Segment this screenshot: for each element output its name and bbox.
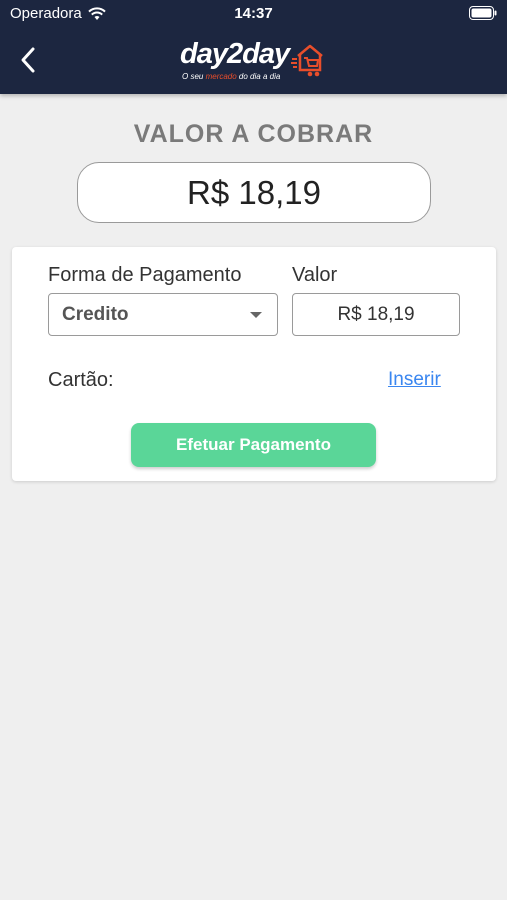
logo-word-end: day [242, 38, 290, 70]
status-bar: Operadora 14:37 [0, 0, 507, 28]
pay-button[interactable]: Efetuar Pagamento [131, 423, 376, 467]
payment-method-select[interactable]: Credito [48, 293, 278, 336]
amount-value: R$ 18,19 [187, 173, 321, 211]
logo-tagline: O seu mercado do dia a dia [182, 72, 280, 81]
shopping-cart-icon [291, 44, 323, 77]
logo-tagline-accent: mercado [205, 72, 237, 81]
pay-button-label: Efetuar Pagamento [176, 435, 331, 454]
page-title: VALOR A COBRAR [133, 120, 374, 148]
chevron-left-icon [21, 47, 35, 73]
logo-word-two: 2 [226, 38, 243, 70]
insert-card-link[interactable]: Inserir [388, 369, 441, 391]
payment-card: Forma de Pagamento Valor Credito R$ 18,1… [12, 247, 496, 481]
amount-display: R$ 18,19 [77, 162, 431, 223]
value-field-text: R$ 18,19 [337, 303, 415, 325]
caret-down-icon [250, 312, 262, 318]
status-time: 14:37 [234, 5, 273, 22]
logo-tagline-before: O seu [182, 72, 206, 81]
payment-method-selected: Credito [62, 304, 129, 325]
brand-logo: day2day O seu mercado do dia a dia [178, 38, 333, 86]
payment-method-label: Forma de Pagamento [48, 264, 242, 286]
back-button[interactable] [14, 42, 44, 78]
value-field[interactable]: R$ 18,19 [292, 293, 460, 336]
logo-word-start: day [180, 38, 228, 70]
logo-tagline-after: do dia a dia [236, 72, 281, 81]
value-label: Valor [292, 264, 338, 286]
battery-icon [469, 6, 497, 24]
app-header: Operadora 14:37 day2day O seu mercado do… [0, 0, 507, 94]
card-label: Cartão: [48, 369, 114, 391]
logo-wordmark: day2day [180, 38, 290, 71]
